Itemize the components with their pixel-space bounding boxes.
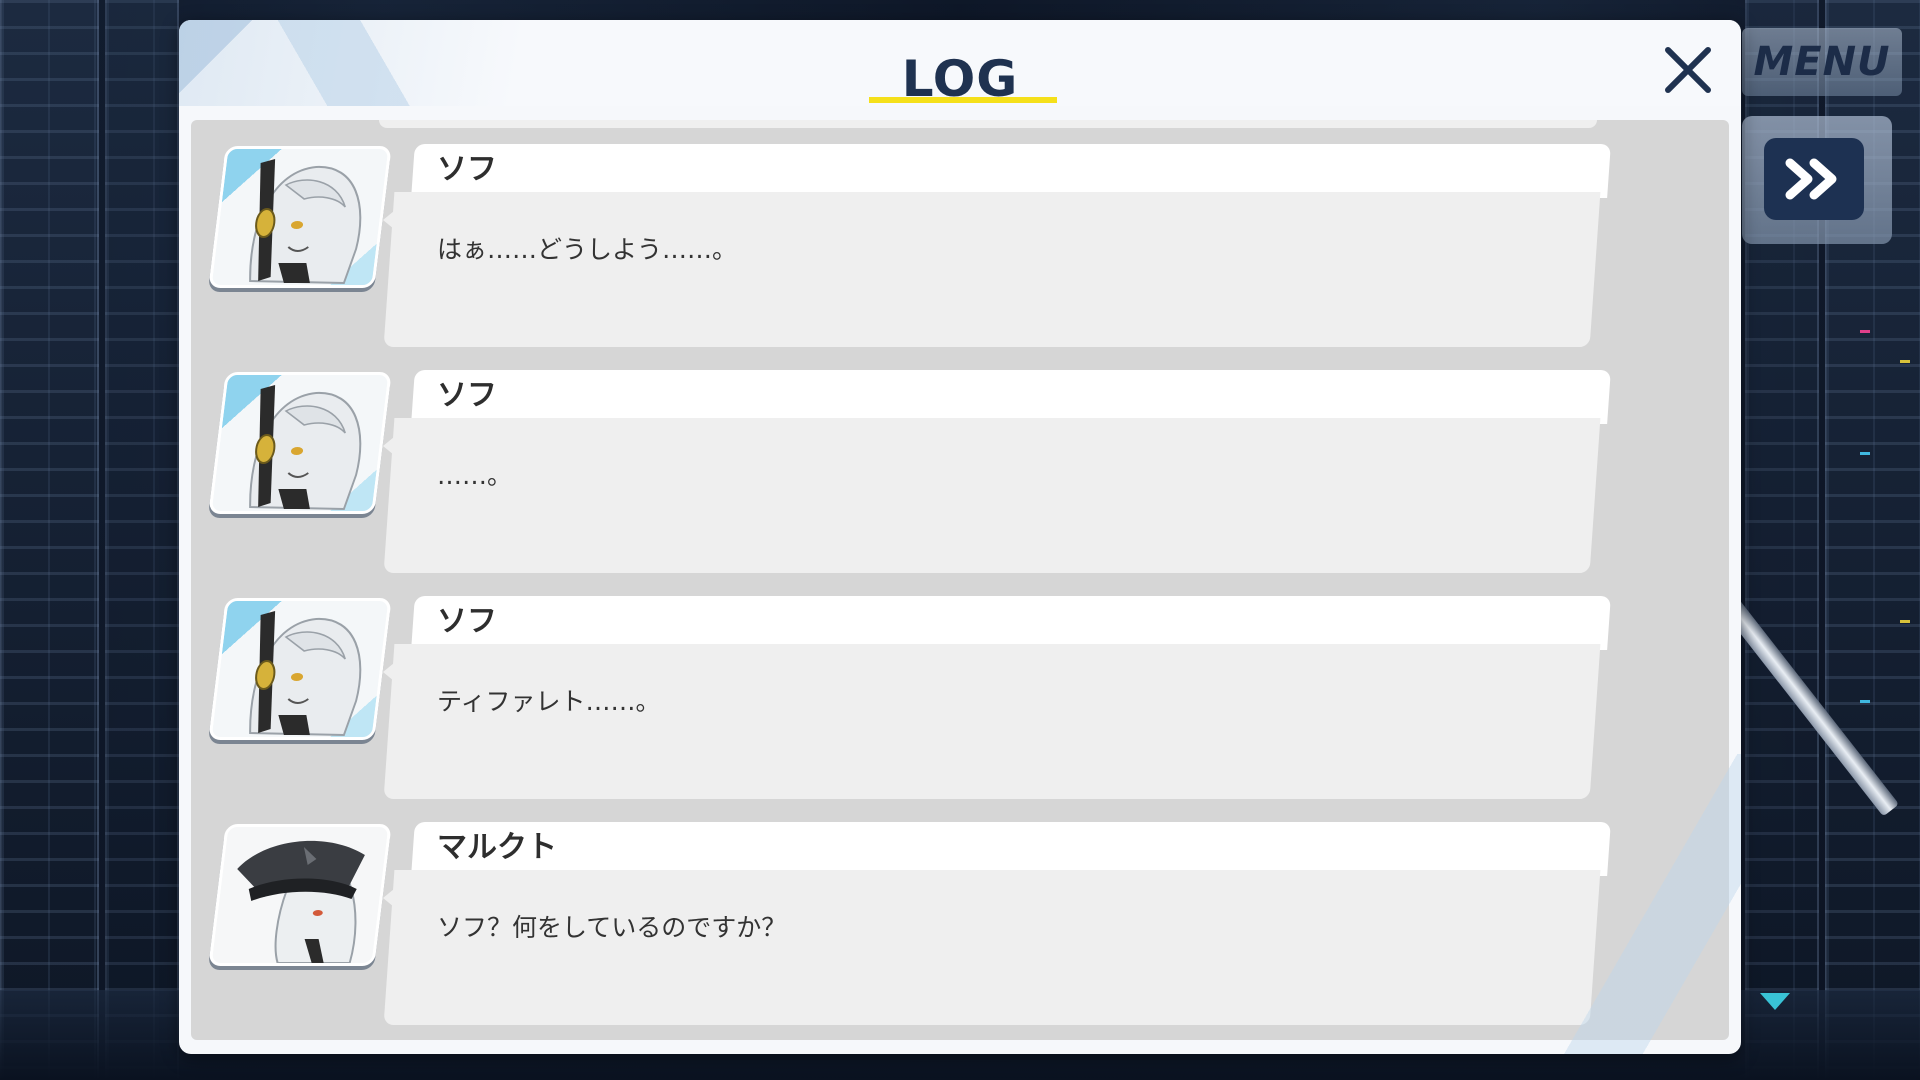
rack-led (1900, 360, 1910, 363)
log-entry: マルクト ソフ？何をしているのですか？ (191, 818, 1729, 1030)
speaker-name: ソフ (437, 604, 497, 639)
sof-avatar-icon (249, 611, 362, 737)
message-body (383, 644, 1601, 799)
message-body (383, 192, 1601, 347)
close-icon (1665, 47, 1711, 93)
fast-forward-button[interactable] (1764, 138, 1864, 220)
fast-forward-icon (1785, 158, 1837, 200)
log-entry: ソフ ティファレト……。 (191, 592, 1729, 804)
down-arrow-icon[interactable] (1760, 993, 1790, 1010)
message-body (383, 870, 1601, 1025)
name-bar (411, 370, 1611, 424)
rack-led (1860, 330, 1870, 333)
message-text: ……。 (437, 461, 513, 490)
sof-avatar-icon (249, 385, 362, 511)
title-underline (869, 97, 1057, 103)
log-panel: LOG ソフ はぁ……どうしよう……。 ソフ ……。 ソフ ティファレト……。 … (179, 20, 1741, 1054)
server-rack (105, 0, 179, 1080)
server-rack (0, 0, 99, 1080)
previous-entry-edge (379, 120, 1597, 128)
sof-portrait (208, 372, 392, 514)
log-entry: ソフ ……。 (191, 366, 1729, 578)
rack-led (1900, 620, 1910, 623)
name-bar (411, 596, 1611, 650)
log-entry: ソフ はぁ……どうしよう……。 (191, 140, 1729, 352)
name-bar (411, 822, 1611, 876)
malkuth-portrait (208, 824, 392, 966)
rack-led (1860, 452, 1870, 455)
rack-led (1860, 700, 1870, 703)
log-list[interactable]: ソフ はぁ……どうしよう……。 ソフ ……。 ソフ ティファレト……。 マルクト… (191, 120, 1729, 1040)
malkuth-avatar-icon (237, 840, 365, 963)
message-body (383, 418, 1601, 573)
sof-portrait (208, 598, 392, 740)
menu-label: MENU (1753, 39, 1891, 85)
log-header: LOG (179, 20, 1741, 108)
sof-portrait (208, 146, 392, 288)
speaker-name: マルクト (437, 830, 557, 865)
message-text: はぁ……どうしよう……。 (437, 235, 738, 264)
close-button[interactable] (1656, 38, 1720, 102)
message-text: ソフ？何をしているのですか？ (437, 913, 787, 942)
name-bar (411, 144, 1611, 198)
sof-avatar-icon (249, 159, 362, 285)
message-text: ティファレト……。 (437, 687, 661, 716)
menu-button[interactable]: MENU (1742, 28, 1902, 96)
speaker-name: ソフ (437, 152, 497, 187)
speaker-name: ソフ (437, 378, 497, 413)
